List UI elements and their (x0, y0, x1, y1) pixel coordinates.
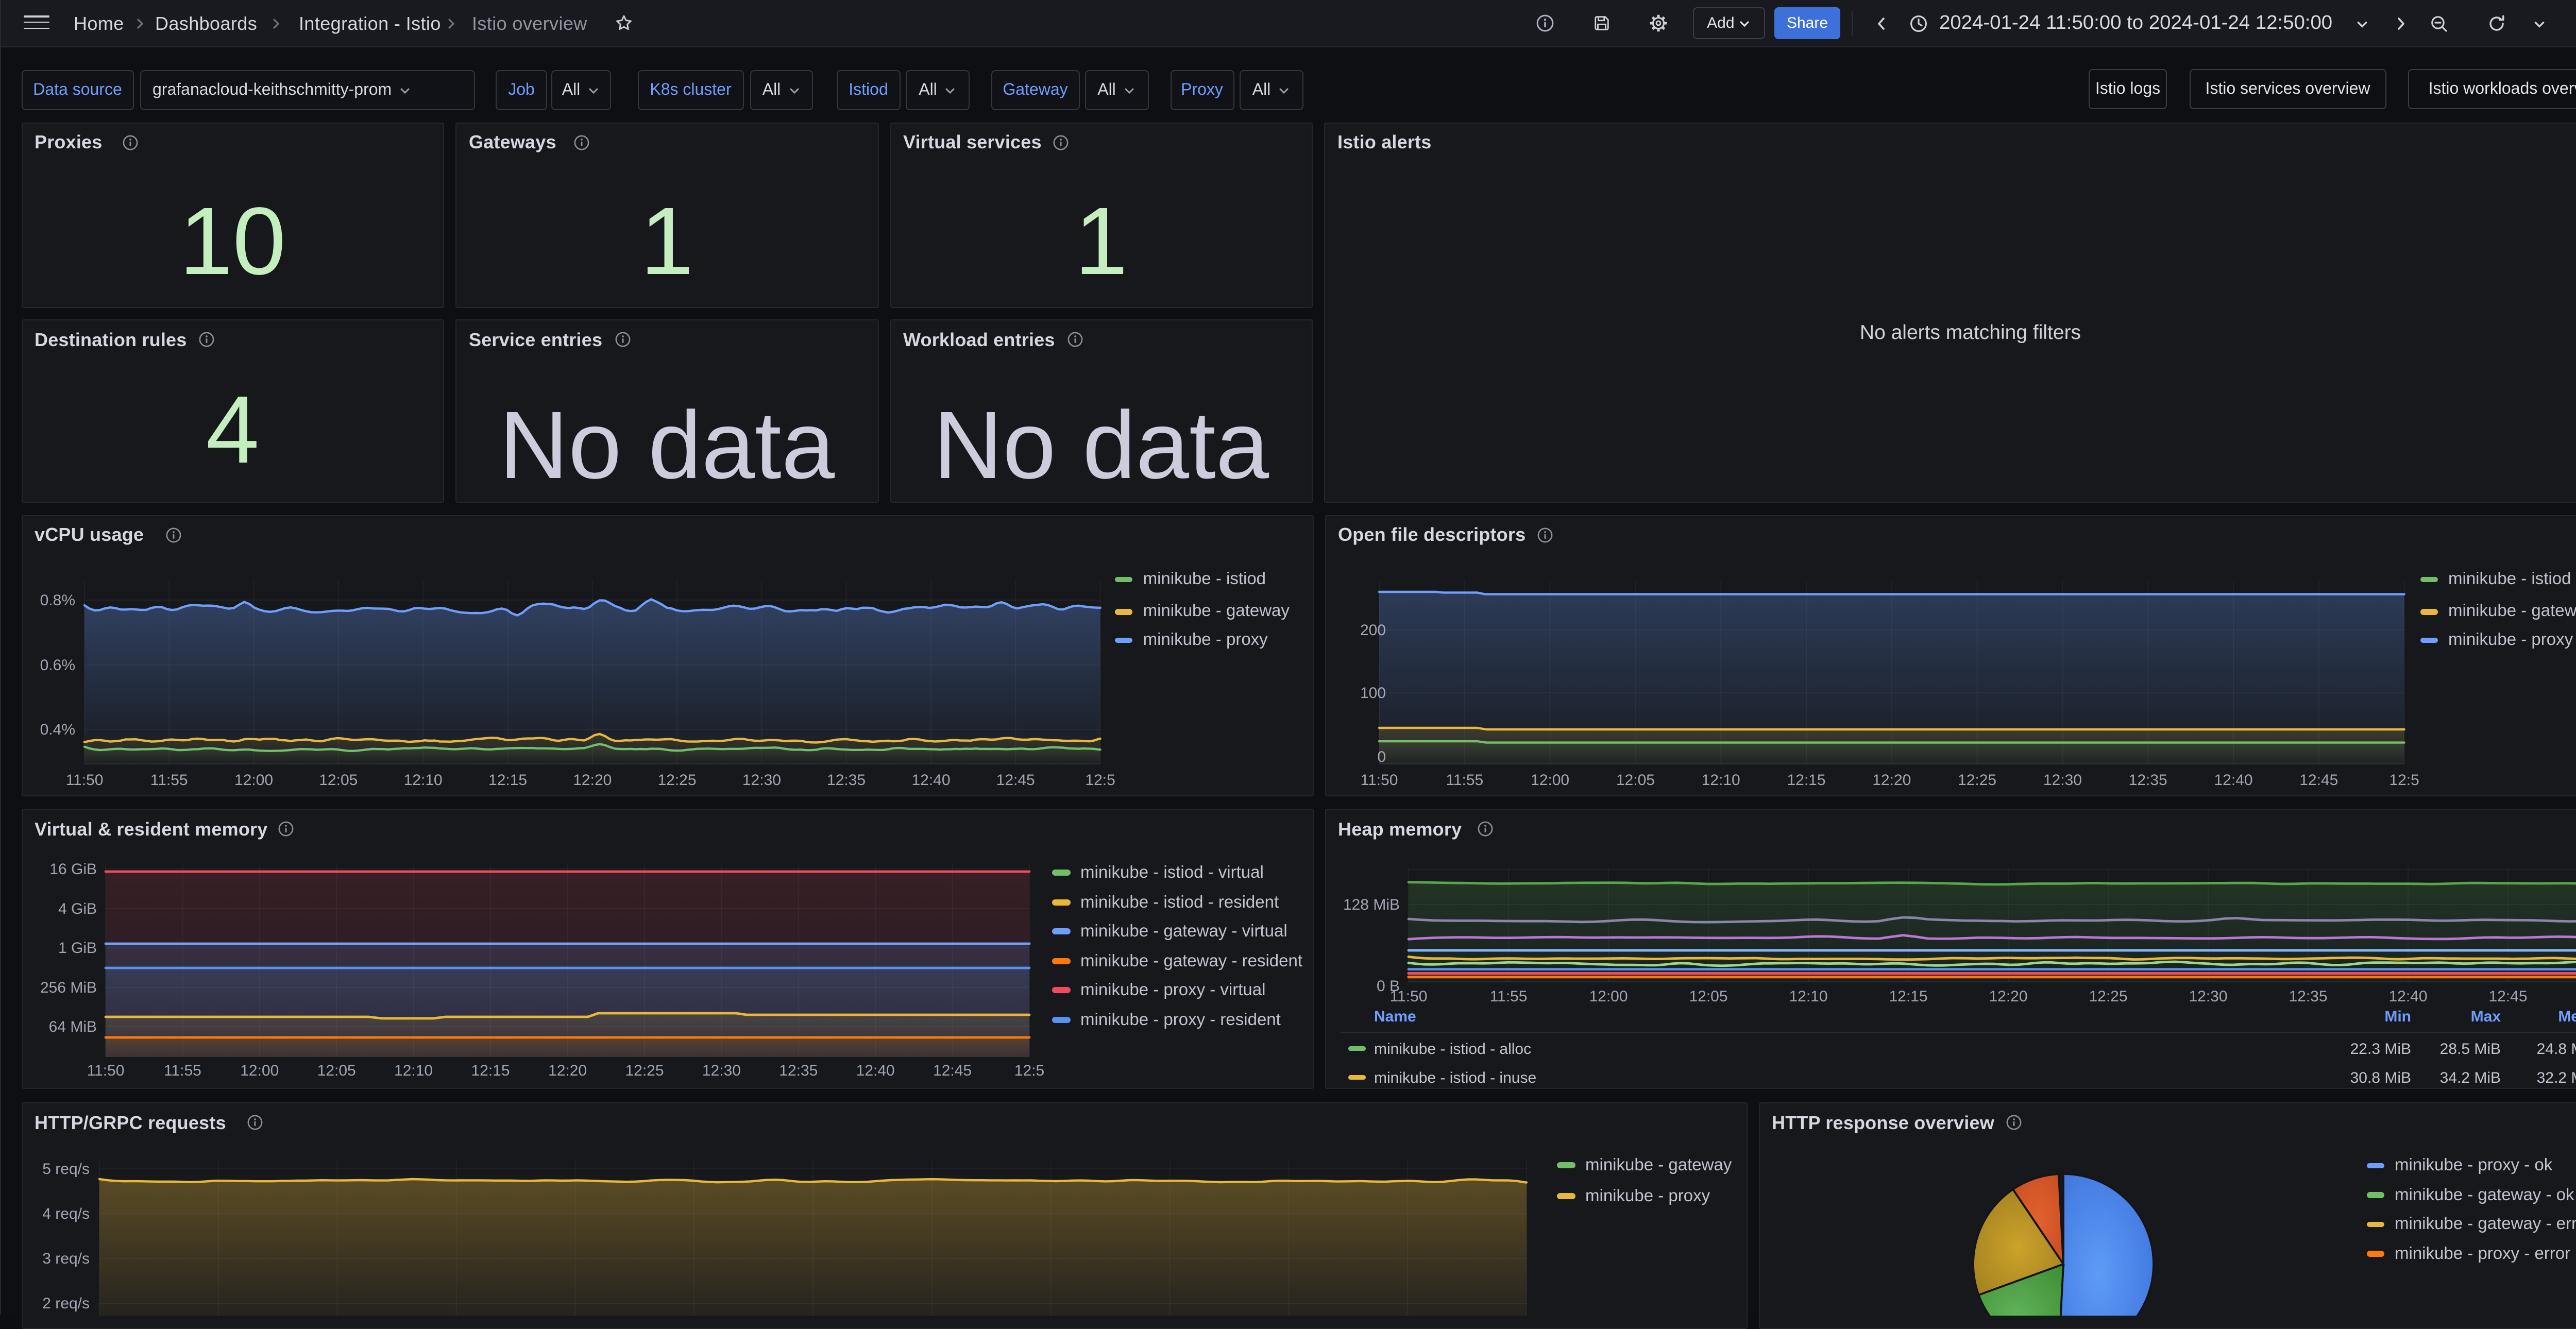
svg-text:12:20: 12:20 (572, 771, 611, 788)
svg-text:12:15: 12:15 (1888, 988, 1927, 1005)
svg-text:3 req/s: 3 req/s (42, 1250, 89, 1267)
svg-text:128 MiB: 128 MiB (1343, 896, 1399, 913)
svg-text:12:05: 12:05 (1616, 771, 1654, 788)
svg-text:12:5: 12:5 (2388, 771, 2418, 788)
svg-text:minikube - istiod - alloc: minikube - istiod - alloc (1374, 1041, 1531, 1058)
svg-text:minikube - istiod - inuse: minikube - istiod - inuse (1374, 1069, 1536, 1086)
svg-text:1 GiB: 1 GiB (58, 940, 96, 957)
svg-text:12:00: 12:00 (234, 771, 273, 788)
svg-text:12:20: 12:20 (548, 1062, 586, 1079)
svg-text:12:00: 12:00 (240, 1062, 278, 1079)
svg-text:12:15: 12:15 (470, 1062, 509, 1079)
svg-text:12:40: 12:40 (2213, 771, 2252, 788)
svg-text:12:45: 12:45 (2299, 771, 2337, 788)
svg-text:12:20: 12:20 (1988, 988, 2027, 1005)
svg-text:12:35: 12:35 (778, 1062, 817, 1079)
svg-text:12:10: 12:10 (403, 771, 442, 788)
svg-text:0: 0 (1377, 748, 1385, 765)
svg-text:12:25: 12:25 (2088, 988, 2127, 1005)
svg-text:200: 200 (1360, 621, 1385, 638)
svg-text:28.5 MiB: 28.5 MiB (2439, 1041, 2500, 1058)
svg-text:12:30: 12:30 (702, 1062, 740, 1079)
svg-text:256 MiB: 256 MiB (40, 979, 96, 996)
svg-text:Name: Name (1374, 1008, 1416, 1025)
svg-text:11:55: 11:55 (1489, 988, 1527, 1005)
svg-text:12:40: 12:40 (2388, 988, 2427, 1005)
svg-text:34.2 MiB: 34.2 MiB (2439, 1069, 2500, 1086)
svg-text:11:55: 11:55 (150, 771, 188, 788)
svg-text:12:10: 12:10 (394, 1062, 432, 1079)
svg-text:12:20: 12:20 (1872, 771, 1910, 788)
svg-text:12:25: 12:25 (624, 1062, 663, 1079)
svg-text:12:10: 12:10 (1788, 988, 1827, 1005)
svg-text:24.8 MiB: 24.8 MiB (2536, 1041, 2576, 1058)
svg-text:12:00: 12:00 (1588, 988, 1627, 1005)
svg-text:11:50: 11:50 (1389, 988, 1427, 1005)
svg-text:12:35: 12:35 (826, 771, 865, 788)
svg-text:11:50: 11:50 (87, 1062, 124, 1079)
svg-text:12:25: 12:25 (657, 771, 696, 788)
svg-text:2 req/s: 2 req/s (42, 1295, 89, 1312)
svg-text:12:25: 12:25 (1957, 771, 1996, 788)
svg-text:12:30: 12:30 (2043, 771, 2081, 788)
svg-text:22.3 MiB: 22.3 MiB (2350, 1041, 2411, 1058)
svg-text:12:5: 12:5 (1014, 1062, 1044, 1079)
svg-text:Max: Max (2470, 1008, 2501, 1025)
svg-text:11:55: 11:55 (1445, 771, 1483, 788)
svg-text:12:35: 12:35 (2288, 988, 2327, 1005)
svg-text:30.8 MiB: 30.8 MiB (2350, 1069, 2411, 1086)
svg-text:12:05: 12:05 (318, 771, 357, 788)
svg-text:12:35: 12:35 (2128, 771, 2167, 788)
svg-text:12:00: 12:00 (1530, 771, 1569, 788)
svg-text:12:5: 12:5 (1084, 771, 1114, 788)
svg-text:4 GiB: 4 GiB (58, 900, 96, 917)
svg-text:12:15: 12:15 (488, 771, 527, 788)
svg-text:0.4%: 0.4% (40, 721, 75, 738)
svg-text:0.6%: 0.6% (40, 656, 75, 673)
svg-text:11:55: 11:55 (163, 1062, 201, 1079)
svg-text:16 GiB: 16 GiB (49, 861, 96, 878)
svg-text:12:15: 12:15 (1786, 771, 1825, 788)
svg-text:4 req/s: 4 req/s (42, 1205, 89, 1222)
svg-text:12:10: 12:10 (1701, 771, 1740, 788)
svg-text:5 req/s: 5 req/s (42, 1161, 89, 1178)
svg-text:12:30: 12:30 (742, 771, 781, 788)
svg-text:12:30: 12:30 (2188, 988, 2227, 1005)
svg-text:12:40: 12:40 (856, 1062, 894, 1079)
svg-text:12:05: 12:05 (1688, 988, 1727, 1005)
svg-text:64 MiB: 64 MiB (48, 1018, 96, 1035)
svg-text:Min: Min (2384, 1008, 2411, 1025)
svg-text:12:45: 12:45 (933, 1062, 971, 1079)
svg-text:12:40: 12:40 (911, 771, 950, 788)
svg-text:11:50: 11:50 (1360, 771, 1398, 788)
svg-text:12:45: 12:45 (996, 771, 1035, 788)
svg-text:12:45: 12:45 (2488, 988, 2527, 1005)
svg-text:100: 100 (1360, 684, 1385, 701)
svg-text:Mean: Mean (2557, 1008, 2576, 1025)
svg-text:0.8%: 0.8% (40, 591, 75, 608)
svg-text:12:05: 12:05 (317, 1062, 355, 1079)
svg-text:32.2 MiB: 32.2 MiB (2536, 1069, 2576, 1086)
svg-text:11:50: 11:50 (65, 771, 103, 788)
